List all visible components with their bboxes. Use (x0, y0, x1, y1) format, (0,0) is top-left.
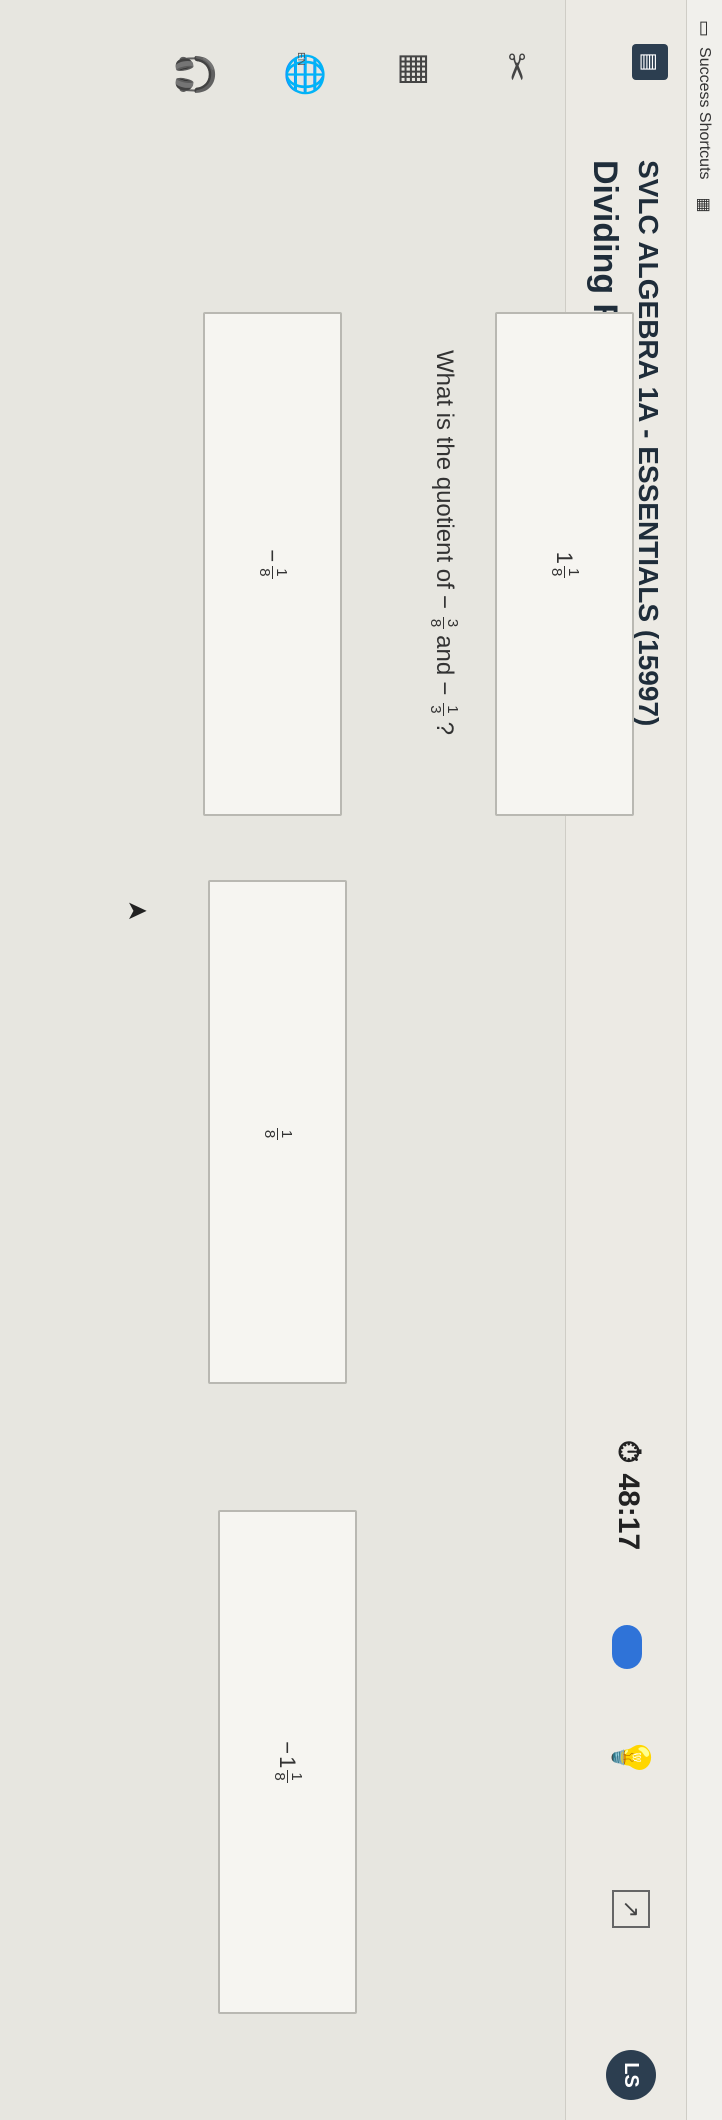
choice-2-denominator: 8 (548, 567, 565, 577)
question-prefix: What is the quotient of (430, 350, 458, 589)
headphones-icon[interactable]: 🎧 (174, 52, 216, 97)
choice-3-fraction: 1 8 (261, 1127, 295, 1141)
language-label: EN (295, 52, 306, 66)
choice-4-sign: − (275, 1741, 301, 1755)
course-title: SVLC ALGEBRA 1A - ESSENTIALS (15997) (633, 160, 664, 727)
frac2-denominator: 3 (427, 705, 445, 714)
timer-value: 48:17 (612, 1473, 646, 1551)
question-text: What is the quotient of − 3 8 and − 1 3 … (427, 350, 461, 735)
choice-2-fraction: 1 8 (548, 565, 582, 579)
frac1-numerator: 3 (443, 616, 461, 630)
app-window: ▭ Success Shortcuts ▦ ▤ SVLC ALGEBRA 1A … (0, 0, 722, 2120)
avatar[interactable]: LS (606, 2050, 656, 2100)
timer: ⏱ 48:17 (611, 1440, 646, 1550)
choice-4-numerator: 1 (287, 1770, 305, 1783)
choice-1-denominator: 8 (256, 568, 273, 577)
choice-3-denominator: 8 (261, 1129, 278, 1139)
answer-choice-3[interactable]: 1 8 (208, 880, 347, 1384)
choice-1-sign: − (260, 549, 286, 563)
choice-2-numerator: 1 (564, 565, 582, 579)
expand-icon[interactable]: ↗ (612, 1890, 650, 1928)
clock-icon: ⏱ (611, 1440, 646, 1464)
choice-4-whole: 1 (275, 1756, 301, 1769)
choice-1-numerator: 1 (272, 566, 290, 579)
answer-choice-4[interactable]: − 1 1 8 (218, 1510, 357, 2014)
bookmark-icon: ▭ (695, 20, 715, 38)
answer-choice-mixed[interactable]: 1 1 8 (495, 312, 634, 816)
frac1-sign: − (430, 594, 458, 609)
menu-icon: ▤ (638, 52, 662, 72)
fraction-2: 1 3 (427, 703, 461, 716)
choice-1-fraction: 1 8 (256, 566, 290, 579)
answer-choice-1[interactable]: − 1 8 (203, 312, 342, 816)
progress-indicator (612, 1625, 642, 1669)
mouse-cursor-icon: ➤ (126, 895, 148, 926)
tools-icon[interactable]: ✂ (495, 52, 536, 82)
apps-grid-icon[interactable]: ▦ (695, 198, 714, 213)
frac2-numerator: 1 (443, 703, 461, 716)
bookmarks-bar: ▭ Success Shortcuts ▦ (686, 0, 722, 2120)
fraction-1: 3 8 (427, 616, 461, 630)
lightbulb-icon[interactable]: 💡 (610, 1735, 652, 1780)
question-middle: and (430, 635, 458, 676)
question-suffix: ? (430, 721, 458, 735)
bookmark-success-shortcuts[interactable]: Success Shortcuts (696, 47, 714, 180)
frac1-denominator: 8 (427, 618, 445, 628)
choice-2-whole: 1 (552, 551, 578, 564)
choice-4-denominator: 8 (271, 1772, 288, 1781)
calculator-icon[interactable]: ▦ (395, 52, 436, 86)
menu-button[interactable]: ▤ (632, 44, 668, 80)
choice-3-numerator: 1 (277, 1127, 295, 1141)
choice-4-fraction: 1 8 (271, 1770, 305, 1783)
frac2-sign: − (430, 681, 458, 696)
